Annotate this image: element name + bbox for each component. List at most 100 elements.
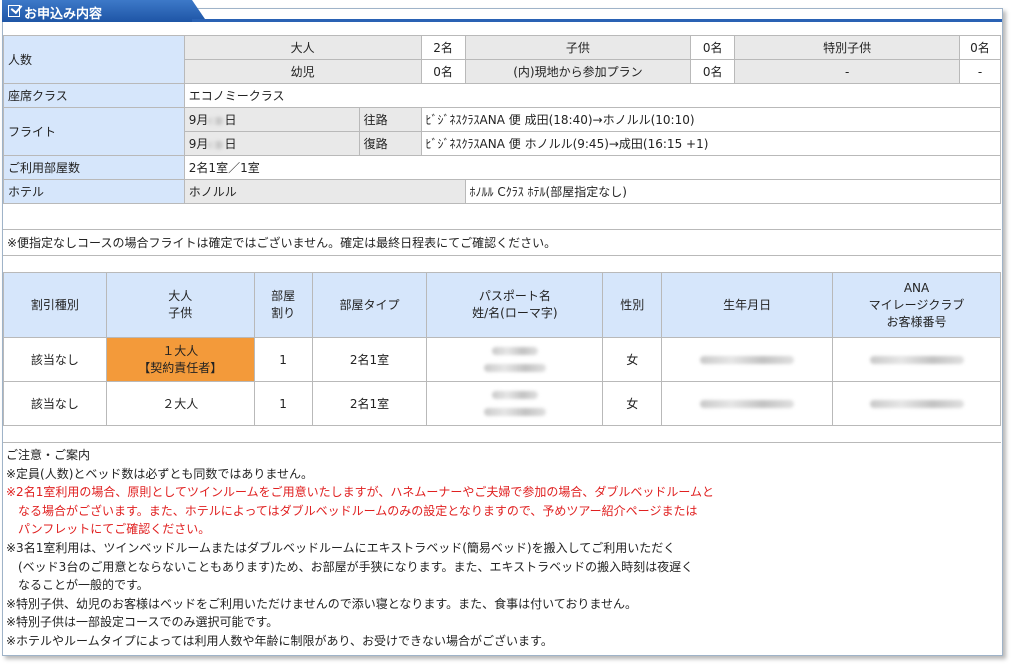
hotel-city: ホノルル [183,179,466,204]
traveler-birthdate [661,337,834,382]
header-passport-2: 姓/名(ローマ字) [472,306,558,320]
flight-outbound-month: 9月 [188,113,209,127]
seat-class-label: 座席クラス [3,83,185,108]
section-header-rule [192,19,1002,22]
header-discount: 割引種別 [3,272,107,338]
flight-return-direction: 復路 [358,131,422,156]
traveler-mileage-number [832,381,1001,426]
header-mileage-2: マイレージクラブ [868,297,965,312]
persons-label: 人数 [3,35,185,84]
traveler-room: 1 [253,337,313,382]
flight-outbound-detail: ﾋﾞｼﾞﾈｽｸﾗｽANA 便 成田(18:40)→ホノルル(10:10) [420,107,1002,132]
traveler-type: ２大人 [105,381,255,426]
traveler-gender: 女 [602,337,663,382]
header-gender: 性別 [602,272,663,338]
header-passport-1: パスポート名 [478,289,551,303]
traveler-discount: 該当なし [3,337,107,382]
flight-return-detail: ﾋﾞｼﾞﾈｽｸﾗｽANA 便 ホノルル(9:45)→成田(16:15 +1) [420,131,1002,156]
redacted-given-name [483,408,546,416]
seat-class-value: エコノミークラス [183,83,1002,108]
hotel-row: ホテル ホノルル ﾎﾉﾙﾙ Cｸﾗｽ ﾎﾃﾙ(部屋指定なし) [3,179,1002,204]
persons-local-join-count: 0名 [690,59,736,84]
traveler-room: 1 [253,381,313,426]
header-child: 子供 [168,306,193,320]
traveler-passport-name [426,381,604,426]
flight-outbound-date: 9月 日 [183,107,360,132]
divider [3,255,1001,256]
header-room-type: 部屋タイプ [311,272,428,338]
persons-special-child-count: 0名 [958,35,1002,60]
persons-empty-count: - [958,59,1002,84]
redacted-mileage-number [869,399,964,408]
divider [3,442,1001,443]
notes-heading: ご注意・ご案内 [6,448,91,462]
traveler-type-label: １大人 [162,343,199,358]
persons-infant-count: 0名 [420,59,466,84]
note-item-warning: パンフレットにてご確認ください。 [6,522,211,537]
flight-outbound-direction: 往路 [358,107,422,132]
seat-class-row: 座席クラス エコノミークラス [3,83,1002,108]
checkbox-icon [8,5,20,17]
note-item: (ベッド3台のご用意とならないこともあります)ため、お部屋が手狭になります。また… [6,559,694,574]
flight-return-date: 9月 日 [183,131,360,156]
header-adult-child: 大人 子供 [105,272,255,338]
hotel-label: ホテル [3,179,185,204]
flight-note: ※便指定なしコースの場合フライトは確定ではございません。確定は最終日程表にてご確… [7,236,557,250]
persons-adult-count: 2名 [420,35,466,60]
traveler-row: 該当なし ２大人 1 2名1室 女 [3,381,1001,426]
redacted-day [208,140,225,149]
note-item: ※ホテルやルームタイプによっては利用人数や年齢に制限があり、お受けできない場合が… [6,633,553,648]
flight-return-day-suffix: 日 [224,137,237,151]
flight-outbound-day-suffix: 日 [224,113,237,127]
persons-child-count: 0名 [690,35,736,60]
header-mileage-1: ANA [903,280,930,295]
note-item-warning: ※2名1室利用の場合、原則としてツインルームをご用意いたしますが、ハネムーナーや… [6,485,715,500]
traveler-mileage-number [832,337,1001,382]
persons-special-child-label: 特別子供 [734,35,960,60]
header-room-1: 部屋 [271,289,296,303]
summary-table: 人数 大人 2名 子供 0名 特別子供 0名 幼児 0名 (内)現地から参加プラ… [3,35,1002,204]
traveler-room-type: 2名1室 [311,381,428,426]
rooms-value: 2名1室／1室 [183,155,1002,180]
travelers-table: 割引種別 大人 子供 部屋 割り 部屋タイプ パスポート名 姓/名(ローマ字) 性別 … [3,272,1001,426]
traveler-type: １大人【契約責任者】 [105,337,255,382]
persons-empty-label: - [734,59,960,84]
persons-adult-label: 大人 [183,35,422,60]
note-item: ※特別子供、幼児のお客様はベッドをご利用いただけませんので添い寝となります。また… [6,596,638,611]
section-header: お申込み内容 [2,0,1002,22]
rooms-label: ご利用部屋数 [3,155,185,180]
traveler-discount: 該当なし [3,381,107,426]
persons-local-join-label: (内)現地から参加プラン [464,59,692,84]
note-item: ※定員(人数)とベッド数は必ずとも同数ではありません。 [6,466,314,481]
redacted-birthdate [700,355,795,364]
header-mileage: ANA マイレージクラブ お客様番号 [832,272,1001,338]
flight-return-month: 9月 [188,137,209,151]
redacted-surname [491,347,538,355]
header-mileage-3: お客様番号 [886,314,947,329]
flight-row-outbound: フライト 9月日 往路 ﾋﾞｼﾞﾈｽｸﾗｽANA 便 成田(18:40)→ホノル… [3,107,1002,156]
header-adult: 大人 [168,289,193,303]
redacted-birthdate [700,399,795,408]
flight-label: フライト [3,107,185,156]
redacted-mileage-number [869,355,964,364]
traveler-room-type: 2名1室 [311,337,428,382]
traveler-passport-name [426,337,604,382]
header-passport: パスポート名 姓/名(ローマ字) [426,272,604,338]
note-item-warning: なる場合がございます。また、ホテルによってはダブルベッドルームのみの設定となりま… [6,503,698,518]
redacted-given-name [483,364,546,372]
header-room-2: 割り [271,306,296,320]
contract-holder-label: 【契約責任者】 [138,360,223,375]
section-title: お申込み内容 [24,7,103,22]
travelers-header-row: 割引種別 大人 子供 部屋 割り 部屋タイプ パスポート名 姓/名(ローマ字) 性別 … [3,272,1001,338]
redacted-surname [491,391,538,399]
divider [3,229,1001,230]
persons-row-1: 人数 大人 2名 子供 0名 特別子供 0名 [3,35,1002,84]
traveler-row: 該当なし １大人【契約責任者】 1 2名1室 女 [3,337,1001,382]
header-room-assign: 部屋 割り [253,272,313,338]
hotel-detail: ﾎﾉﾙﾙ Cｸﾗｽ ﾎﾃﾙ(部屋指定なし) [464,179,1002,204]
note-item: なることが一般的です。 [6,578,149,593]
persons-child-label: 子供 [464,35,692,60]
traveler-gender: 女 [602,381,663,426]
notes-section: ご注意・ご案内 ※定員(人数)とベッド数は必ずとも同数ではありません。 ※2名1… [6,446,714,651]
persons-infant-label: 幼児 [183,59,422,84]
